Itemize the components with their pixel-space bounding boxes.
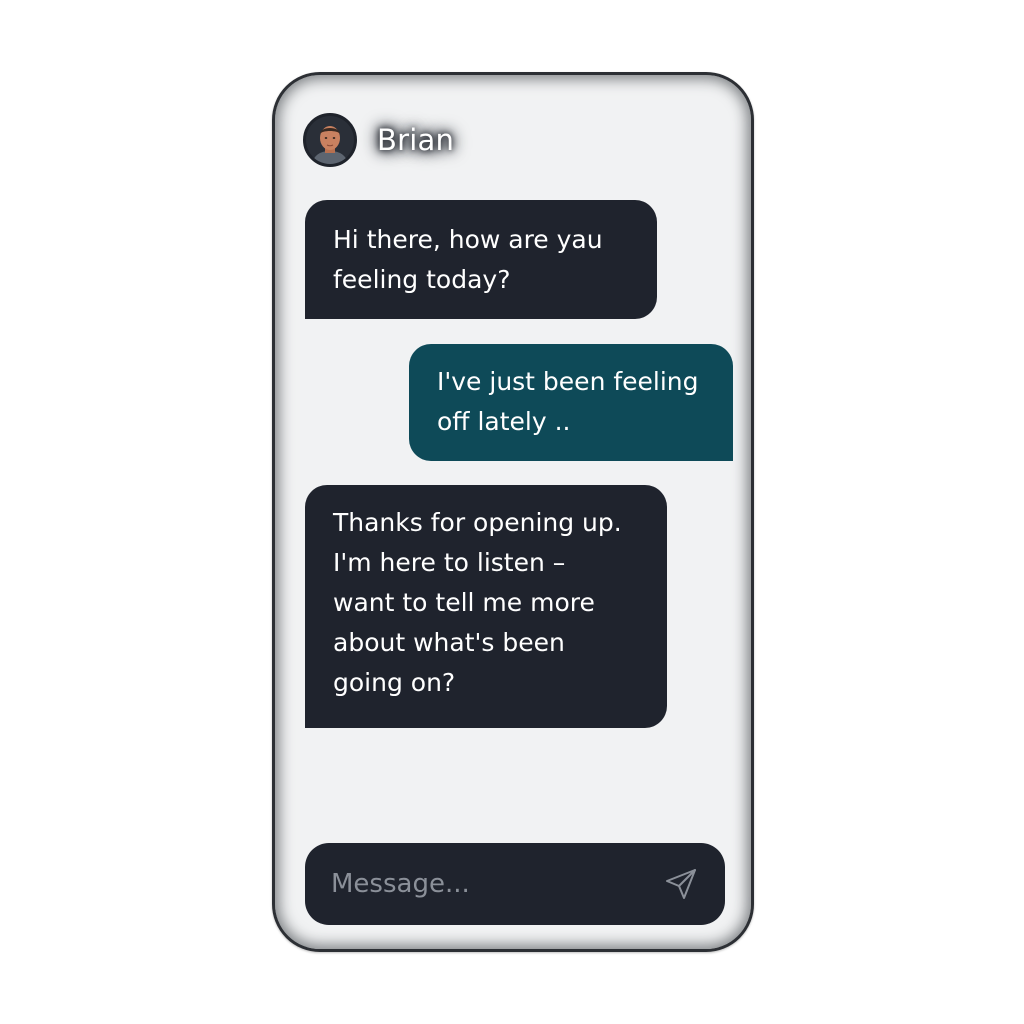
- contact-avatar[interactable]: [303, 113, 357, 167]
- stage: Brian Hi there, how are yau feeling toda…: [0, 0, 1024, 1024]
- chat-header: Brian: [303, 111, 454, 169]
- phone-chat-screen: Brian Hi there, how are yau feeling toda…: [272, 72, 754, 952]
- avatar-portrait-icon: [306, 116, 354, 164]
- message-bubble-incoming: Thanks for opening up. I'm here to liste…: [305, 485, 667, 728]
- send-button[interactable]: [661, 864, 701, 904]
- message-bubble-outgoing: I've just been feeling off lately ..: [409, 344, 733, 461]
- send-icon: [666, 869, 696, 899]
- message-input[interactable]: [331, 869, 661, 899]
- contact-name: Brian: [377, 123, 455, 157]
- message-composer: [305, 843, 725, 925]
- message-bubble-incoming: Hi there, how are yau feeling today?: [305, 200, 657, 319]
